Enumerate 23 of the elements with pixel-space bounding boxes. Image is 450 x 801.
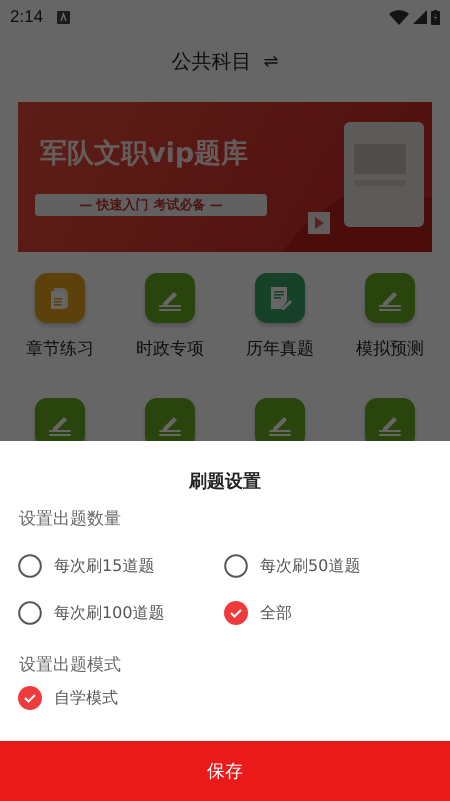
signal-icon xyxy=(413,10,427,24)
section-label: 设置出题数量 xyxy=(19,508,122,530)
wifi-icon xyxy=(389,10,409,24)
section-label: 设置出题模式 xyxy=(19,654,122,676)
tile-label[interactable]: 历年真题 xyxy=(246,337,314,360)
status-time: 2:14 xyxy=(10,7,44,27)
banner-title: 军队文职vip题库 xyxy=(40,137,248,171)
sheet-title: 刷题设置 xyxy=(189,470,261,493)
option-radio[interactable]: 每次刷15道题 xyxy=(18,554,224,578)
option-radio[interactable]: 每次刷100道题 xyxy=(18,601,224,625)
option-radio[interactable]: 每次刷50道题 xyxy=(224,554,450,578)
tile-label[interactable]: 时政专项 xyxy=(136,337,204,360)
tile-label[interactable]: 章节练习 xyxy=(26,337,94,360)
notification-icon xyxy=(57,10,70,24)
page-title: 公共科目 xyxy=(171,48,252,74)
banner-subtitle: — 快速入门 考试必备 — xyxy=(35,194,267,216)
switch-button[interactable]: ⇌ xyxy=(263,50,279,72)
battery-icon xyxy=(431,10,440,24)
option-radio[interactable]: 自学模式 xyxy=(18,686,224,710)
save-button[interactable]: 保存 xyxy=(0,741,450,801)
promo-banner[interactable]: 军队文职vip题库 — 快速入门 考试必备 — xyxy=(18,102,432,252)
tile-label[interactable]: 模拟预测 xyxy=(356,337,424,360)
option-radio[interactable]: 全部 xyxy=(224,601,450,625)
